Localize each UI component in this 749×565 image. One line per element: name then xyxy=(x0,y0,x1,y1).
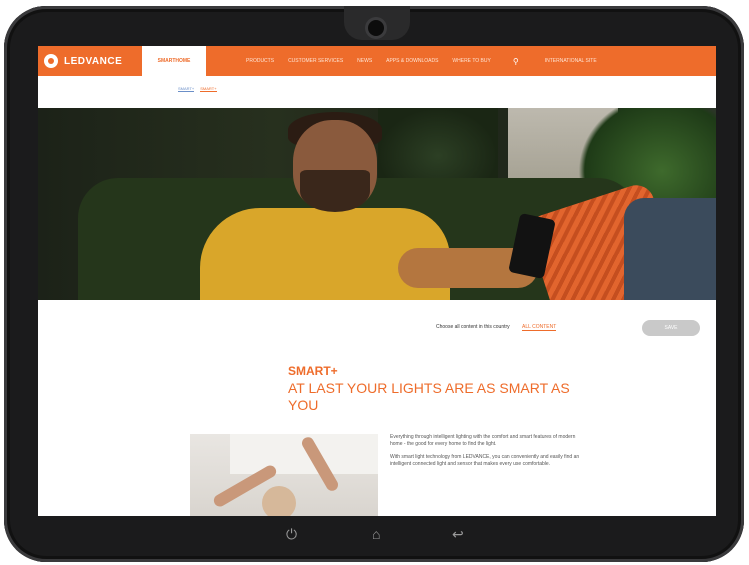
brand-logo[interactable]: LEDVANCE xyxy=(38,54,142,68)
nav-link-apps-downloads[interactable]: APPS & DOWNLOADS xyxy=(386,58,438,64)
power-icon[interactable]: ⏻ xyxy=(286,526,297,543)
home-icon[interactable]: ⌂ xyxy=(372,526,380,542)
android-navigation-bar: ⏻ ⌂ ↩ xyxy=(38,516,716,556)
content-image xyxy=(190,434,378,516)
sub-navigation: SMART+ SMART+ xyxy=(38,76,716,109)
content-filter: Choose all content in this country ALL C… xyxy=(38,300,716,352)
filter-dropdown[interactable]: ALL CONTENT xyxy=(522,324,557,331)
brand-name: LEDVANCE xyxy=(64,55,123,67)
region-selector[interactable]: INTERNATIONAL SITE xyxy=(545,58,597,64)
search-icon[interactable]: ⚲ xyxy=(513,57,519,66)
save-button[interactable]: SAVE xyxy=(642,320,700,336)
nav-link-news[interactable]: NEWS xyxy=(357,58,372,64)
nav-link-products[interactable]: PRODUCTS xyxy=(246,58,274,64)
section-title: SMART+ xyxy=(288,364,338,378)
nav-link-where-to-buy[interactable]: WHERE TO BUY xyxy=(452,58,490,64)
body-paragraph-1: Everything through intelligent lighting … xyxy=(390,434,576,447)
nav-link-customer-services[interactable]: CUSTOMER SERVICES xyxy=(288,58,343,64)
section-headline: AT LAST YOUR LIGHTS ARE AS SMART AS YOU xyxy=(288,380,570,413)
filter-label: Choose all content in this country xyxy=(436,324,510,330)
subnav-link-1[interactable]: SMART+ xyxy=(178,86,195,92)
top-navigation: LEDVANCE SMARTHOME PRODUCTS CUSTOMER SER… xyxy=(38,46,716,76)
nav-tab-smarthome[interactable]: SMARTHOME xyxy=(142,46,206,76)
logo-icon xyxy=(44,54,58,68)
nav-links: PRODUCTS CUSTOMER SERVICES NEWS APPS & D… xyxy=(246,58,491,64)
section-body: Everything through intelligent lighting … xyxy=(390,434,586,474)
body-paragraph-2: With smart light technology from LEDVANC… xyxy=(390,454,580,467)
subnav-link-2[interactable]: SMART+ xyxy=(200,86,217,92)
browser-screen: LEDVANCE SMARTHOME PRODUCTS CUSTOMER SER… xyxy=(38,46,716,516)
back-icon[interactable]: ↩ xyxy=(452,526,464,543)
camera-icon xyxy=(368,20,384,36)
hero-image xyxy=(38,108,716,300)
